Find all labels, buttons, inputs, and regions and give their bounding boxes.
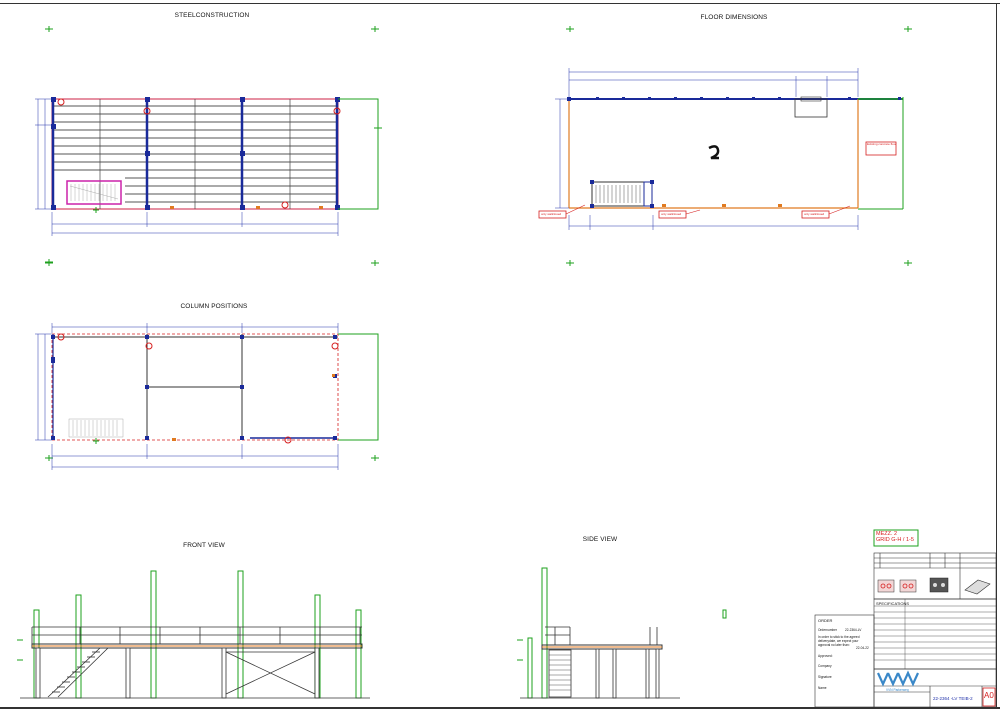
steel-plan: [35, 26, 382, 266]
note-existing-floor: Existing concrete floor: [867, 142, 897, 146]
mezzanine-tag-line2: GRID G-H / 1-5: [876, 537, 914, 543]
side-view: [517, 567, 727, 699]
column-plan: [35, 259, 379, 470]
sheet-size: A0: [984, 691, 994, 700]
order-number-label: Ordernumber: [818, 628, 837, 632]
order-name-label: Name: [818, 686, 827, 690]
drawing-canvas: [17, 26, 997, 708]
specifications-label: SPECIFICATIONS: [876, 601, 910, 606]
floor-plan: [538, 26, 912, 266]
front-view: [17, 570, 370, 699]
mezzanine-tag: MEZZ. 2 GRID G-H / 1-5: [876, 531, 914, 543]
order-number-value: 22-2364-LV: [845, 628, 862, 632]
specification-icons: [877, 577, 991, 595]
company-logo: [876, 670, 920, 687]
order-approved-label: Approved:: [818, 654, 833, 658]
note-only-wallclosed-1: only wallclosed: [541, 211, 562, 216]
note-only-wallclosed-3: only wallclosed: [804, 211, 825, 216]
order-title: ORDER: [818, 618, 833, 623]
order-company-label: Company: [818, 664, 832, 668]
drawing-sheet: STEELCONSTRUCTION FLOOR DIMENSIONS COLUM…: [0, 0, 1000, 713]
note-only-wallclosed-2: only wallclosed: [661, 211, 682, 216]
order-signature-label: Signature: [818, 675, 832, 679]
order-approval-date: 22-04-22: [856, 646, 869, 650]
company-name: VVN Parkerweg: [886, 688, 909, 692]
drawing-number: 22-2364 -LV TEIB-2: [933, 696, 973, 701]
